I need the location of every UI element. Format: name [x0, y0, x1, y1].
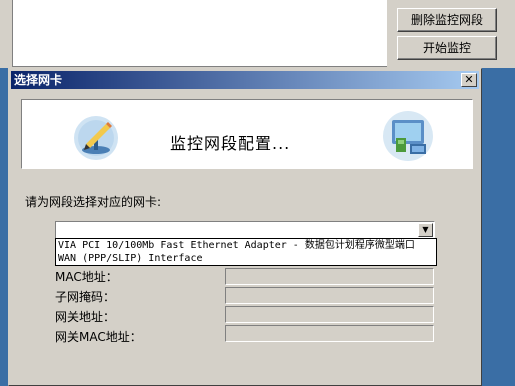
- desktop-background: [480, 68, 515, 386]
- mac-address-field: [225, 268, 434, 285]
- start-monitor-button[interactable]: 开始监控: [397, 36, 497, 60]
- gateway-address-field: [225, 306, 434, 323]
- subnet-mask-label: 子网掩码：: [55, 290, 116, 304]
- select-adapter-dialog: 选择网卡 ✕ 监控网段配置... 请为网段选择对应的网卡: ▼ VIA PCI …: [8, 68, 482, 386]
- dialog-titlebar[interactable]: 选择网卡 ✕: [11, 71, 479, 89]
- computer-network-icon: [383, 111, 433, 161]
- banner-panel: 监控网段配置...: [21, 99, 473, 169]
- adapter-option[interactable]: VIA PCI 10/100Mb Fast Ethernet Adapter -…: [58, 239, 436, 252]
- gateway-address-label: 网关地址：: [55, 310, 116, 324]
- chevron-down-icon: ▼: [422, 225, 429, 234]
- banner-title: 监控网段配置...: [170, 134, 291, 153]
- mac-address-label: MAC地址：: [55, 270, 118, 284]
- delete-segment-button[interactable]: 删除监控网段: [397, 8, 497, 32]
- adapter-option[interactable]: WAN (PPP/SLIP) Interface: [58, 252, 436, 265]
- network-edit-icon: [74, 116, 118, 160]
- close-button[interactable]: ✕: [461, 73, 477, 87]
- gateway-mac-field: [225, 325, 434, 342]
- adapter-select[interactable]: ▼: [55, 221, 435, 239]
- close-icon: ✕: [464, 73, 474, 86]
- background-list-pane[interactable]: [12, 0, 387, 67]
- dropdown-arrow-button[interactable]: ▼: [418, 223, 433, 237]
- dialog-title: 选择网卡: [14, 73, 63, 87]
- subnet-mask-field: [225, 287, 434, 304]
- adapter-prompt: 请为网段选择对应的网卡:: [25, 195, 162, 209]
- gateway-mac-label: 网关MAC地址：: [55, 330, 142, 344]
- background-window: 删除监控网段 开始监控: [0, 0, 515, 68]
- adapter-dropdown-list: VIA PCI 10/100Mb Fast Ethernet Adapter -…: [55, 238, 437, 266]
